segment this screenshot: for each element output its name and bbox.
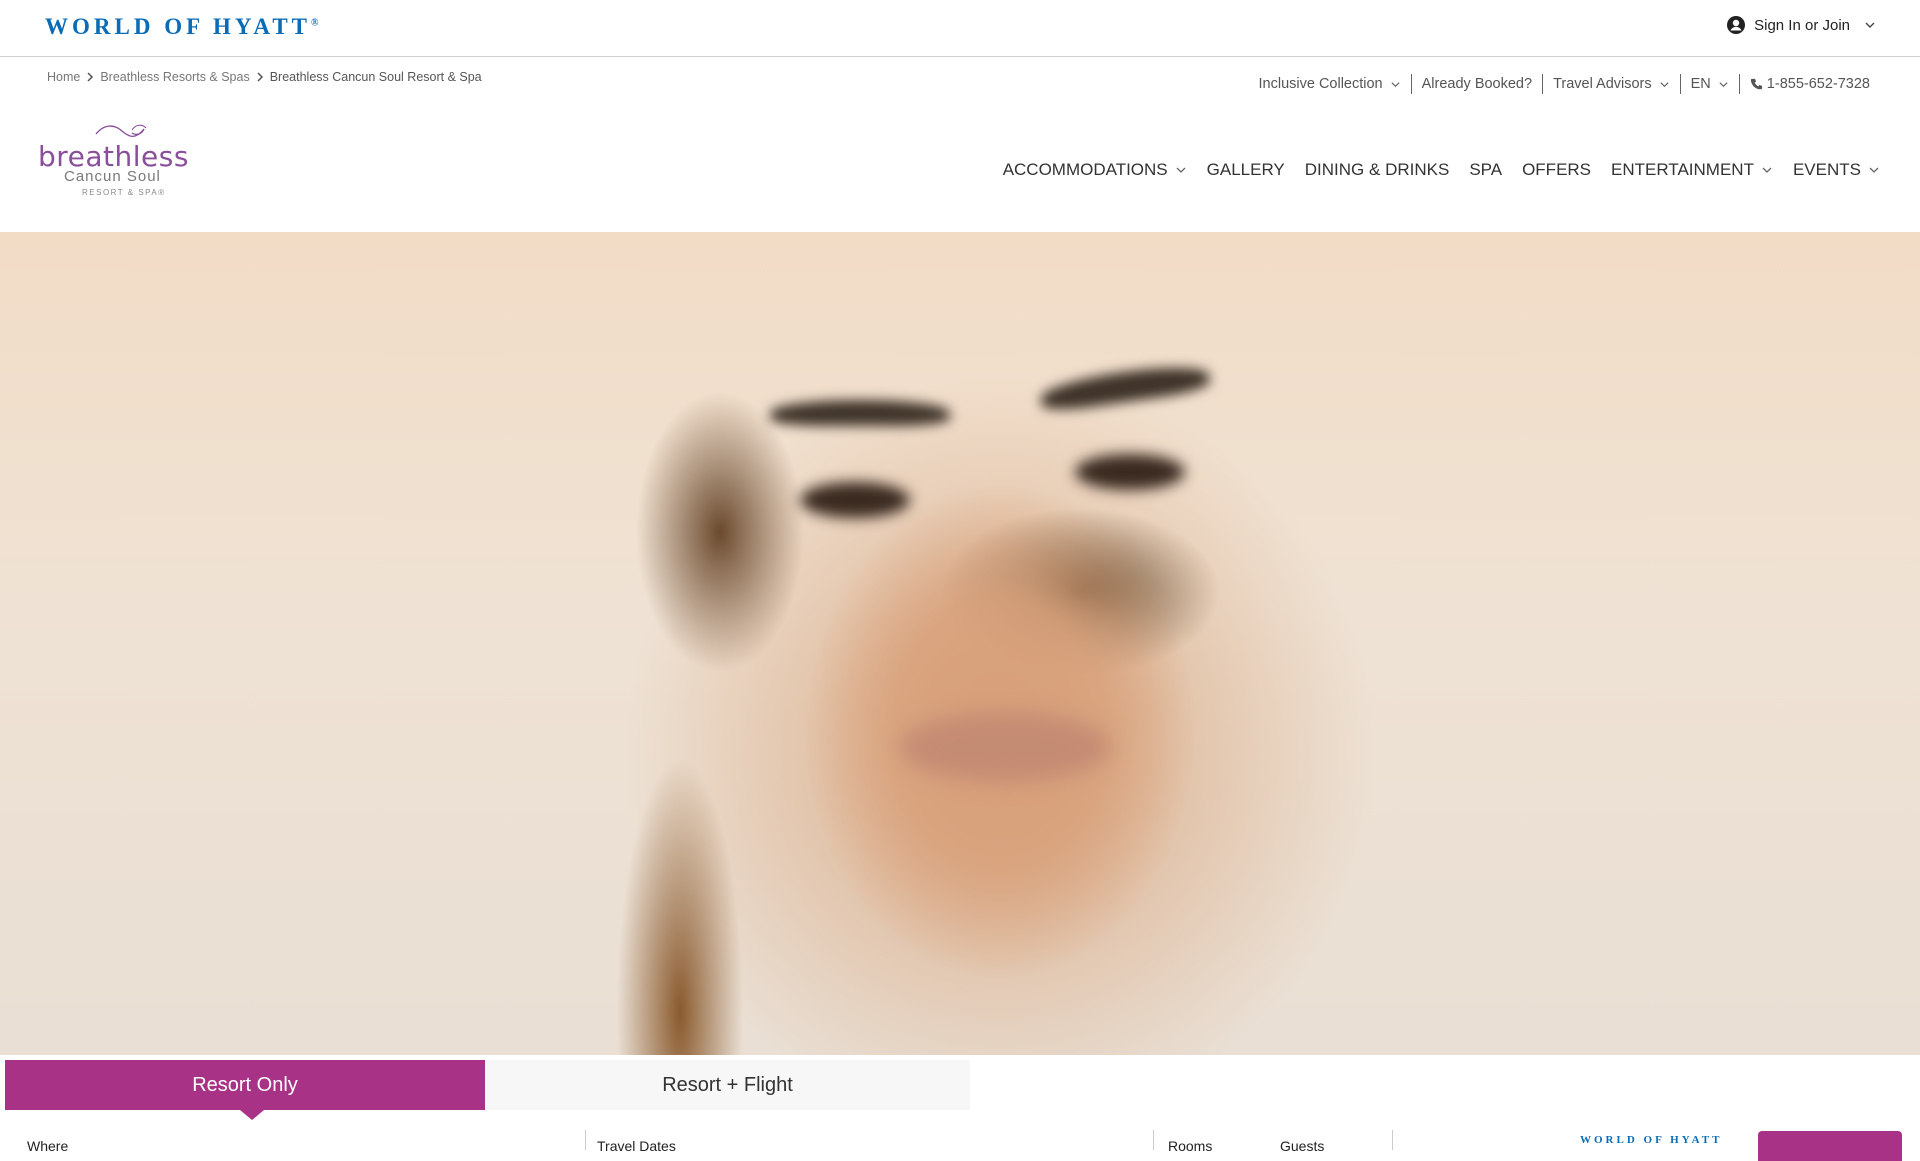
brand-tagline: RESORT & SPA® (82, 188, 166, 197)
booking-tabs: Resort Only Resort + Flight (5, 1060, 970, 1120)
user-account-icon (1727, 16, 1746, 34)
sign-in-label: Sign In or Join (1754, 16, 1850, 34)
nav-events[interactable]: EVENTS (1793, 160, 1880, 180)
breadcrumb-home[interactable]: Home (47, 70, 80, 84)
nav-entertainment[interactable]: ENTERTAINMENT (1611, 160, 1773, 180)
main-nav: ACCOMMODATIONS GALLERY DINING & DRINKS S… (983, 160, 1880, 180)
nav-offers-label: OFFERS (1522, 160, 1592, 179)
hero-detail (1075, 454, 1185, 490)
tab-resort-only[interactable]: Resort Only (5, 1060, 485, 1120)
chevron-down-icon (1762, 167, 1772, 173)
breadcrumb-current: Breathless Cancun Soul Resort & Spa (269, 70, 482, 84)
top-bar: WORLD OF HYATT® Sign In or Join (0, 0, 1920, 57)
phone-link[interactable]: 1-855-652-7328 (1740, 74, 1870, 94)
where-field-label[interactable]: Where (27, 1138, 68, 1154)
nav-spa-label: SPA (1469, 160, 1503, 179)
chevron-down-icon (1391, 81, 1400, 87)
field-divider (1153, 1130, 1154, 1150)
hyatt-registered-mark: ® (311, 17, 319, 29)
guests-label[interactable]: Guests (1280, 1138, 1324, 1154)
breathless-logo[interactable]: breathless Cancun Soul RESORT & SPA® (38, 118, 210, 204)
book-now-button[interactable] (1758, 1131, 1902, 1161)
nav-offers[interactable]: OFFERS (1522, 160, 1591, 180)
brand-subtitle: Cancun Soul (64, 168, 161, 185)
field-divider (585, 1130, 586, 1150)
nav-dining-drinks[interactable]: DINING & DRINKS (1305, 160, 1450, 180)
rooms-label[interactable]: Rooms (1168, 1138, 1212, 1154)
tab-resort-only-label: Resort Only (192, 1073, 298, 1096)
hero-image (0, 232, 1920, 1055)
hyatt-logo-text: WORLD OF HYATT (45, 14, 312, 39)
chevron-down-icon (1719, 81, 1728, 87)
world-of-hyatt-mini-logo: WORLD OF HYATT (1580, 1134, 1723, 1146)
language-label: EN (1690, 76, 1711, 92)
phone-number: 1-855-652-7328 (1766, 76, 1870, 92)
field-divider (1392, 1130, 1393, 1150)
language-selector[interactable]: EN (1681, 74, 1740, 94)
booking-form: Where Travel Dates Rooms Guests WORLD OF… (0, 1120, 1920, 1161)
sign-in-button[interactable]: Sign In or Join (1727, 16, 1876, 34)
chevron-down-icon (1865, 22, 1875, 28)
chevron-down-icon (1176, 167, 1186, 173)
chevron-down-icon (1660, 81, 1669, 87)
tab-resort-flight[interactable]: Resort + Flight (485, 1060, 970, 1110)
tab-resort-flight-label: Resort + Flight (662, 1073, 793, 1096)
inclusive-collection-menu[interactable]: Inclusive Collection (1249, 74, 1412, 94)
travel-advisors-label: Travel Advisors (1553, 76, 1652, 92)
hero-detail (770, 400, 950, 426)
already-booked-label: Already Booked? (1421, 76, 1533, 92)
phone-icon (1750, 78, 1762, 89)
nav-spa[interactable]: SPA (1469, 160, 1502, 180)
chevron-down-icon (1869, 167, 1879, 173)
nav-accommodations[interactable]: ACCOMMODATIONS (1003, 160, 1187, 180)
inclusive-collection-label: Inclusive Collection (1258, 76, 1383, 92)
nav-gallery[interactable]: GALLERY (1207, 160, 1285, 180)
breadcrumb: Home Breathless Resorts & Spas Breathles… (47, 70, 482, 84)
nav-entertainment-label: ENTERTAINMENT (1611, 160, 1754, 179)
chevron-right-icon (257, 72, 263, 82)
nav-dining-label: DINING & DRINKS (1304, 160, 1450, 179)
utility-nav: Inclusive Collection Already Booked? Tra… (1249, 74, 1870, 94)
hero-detail (900, 712, 1110, 782)
travel-dates-label[interactable]: Travel Dates (597, 1138, 676, 1154)
swirl-logo-mark (95, 124, 147, 138)
already-booked-link[interactable]: Already Booked? (1412, 74, 1544, 94)
nav-gallery-label: GALLERY (1206, 160, 1285, 179)
hero-detail (800, 482, 910, 518)
nav-events-label: EVENTS (1792, 160, 1861, 179)
hero-detail (1038, 360, 1212, 414)
breadcrumb-breathless-resorts[interactable]: Breathless Resorts & Spas (100, 70, 249, 84)
travel-advisors-menu[interactable]: Travel Advisors (1543, 74, 1681, 94)
chevron-right-icon (87, 72, 94, 82)
nav-accommodations-label: ACCOMMODATIONS (1002, 160, 1168, 179)
world-of-hyatt-logo[interactable]: WORLD OF HYATT® (45, 14, 319, 40)
